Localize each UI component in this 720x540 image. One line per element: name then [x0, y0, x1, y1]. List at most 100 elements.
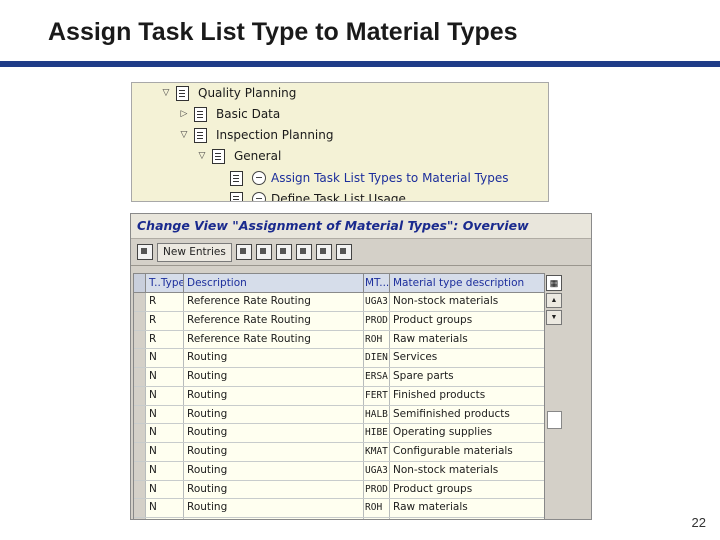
- cell-task-list-type[interactable]: R: [146, 293, 184, 311]
- expand-arrow-icon[interactable]: ▽: [196, 151, 208, 161]
- row-select-cell[interactable]: [134, 386, 146, 405]
- cell-material-type-description[interactable]: Raw materials: [390, 331, 562, 349]
- copy-icon[interactable]: [235, 244, 252, 260]
- cell-material-type[interactable]: PROD: [364, 311, 390, 330]
- cell-description[interactable]: Routing: [184, 443, 364, 461]
- row-select-cell[interactable]: [134, 499, 146, 517]
- row-select-cell[interactable]: [134, 443, 146, 461]
- cell-material-type-description[interactable]: Non-stock materials: [390, 293, 562, 311]
- column-header-material-type[interactable]: MT...: [364, 274, 390, 292]
- tree-item-general[interactable]: ▽ General: [196, 146, 281, 166]
- cell-material-type-description[interactable]: Raw materials: [390, 499, 562, 517]
- cell-description[interactable]: Routing: [184, 424, 364, 442]
- cell-description[interactable]: Routing: [184, 368, 364, 386]
- cell-task-list-type[interactable]: R: [146, 311, 184, 330]
- cell-material-type[interactable]: UGA3: [364, 461, 390, 480]
- cell-material-type[interactable]: DIEN: [364, 349, 390, 367]
- new-entries-button[interactable]: New Entries: [157, 242, 232, 262]
- table-row[interactable]: N Routing ERSA Spare parts: [134, 368, 562, 387]
- cell-material-type-description[interactable]: Non-stock materials: [390, 462, 562, 480]
- expand-arrow-icon[interactable]: ▽: [178, 130, 190, 140]
- table-row[interactable]: N Routing KMAT Configurable materials: [134, 443, 562, 462]
- row-select-cell[interactable]: [134, 330, 146, 349]
- cell-material-type[interactable]: UGA3: [364, 293, 390, 311]
- cell-description[interactable]: Routing: [184, 480, 364, 499]
- column-settings-icon[interactable]: ▦: [546, 275, 562, 291]
- scroll-thumb[interactable]: [547, 411, 562, 429]
- cell-task-list-type[interactable]: N: [146, 499, 184, 517]
- cell-task-list-type[interactable]: N: [146, 424, 184, 442]
- undo-icon[interactable]: [275, 244, 292, 260]
- cell-material-type[interactable]: ERSA: [364, 368, 390, 386]
- expand-arrow-icon[interactable]: ▽: [160, 88, 172, 98]
- cell-task-list-type[interactable]: N: [146, 480, 184, 499]
- tree-item-assign-task-list-types[interactable]: Assign Task List Types to Material Types: [230, 168, 508, 188]
- cell-material-type[interactable]: ROH: [364, 330, 390, 349]
- cell-material-type[interactable]: FERT: [364, 518, 390, 519]
- cell-material-type-description[interactable]: Spare parts: [390, 368, 562, 386]
- cell-material-type[interactable]: FERT: [364, 386, 390, 405]
- row-select-cell[interactable]: [134, 405, 146, 424]
- cell-task-list-type[interactable]: Q: [146, 518, 184, 519]
- table-row[interactable]: N Routing ROH Raw materials: [134, 499, 562, 518]
- vertical-scrollbar[interactable]: ▦ ▲ ▼: [544, 273, 563, 519]
- cell-description[interactable]: Routing: [184, 461, 364, 480]
- table-row[interactable]: N Routing UGA3 Non-stock materials: [134, 461, 562, 481]
- table-row[interactable]: N Routing PROD Product groups: [134, 480, 562, 500]
- cell-material-type-description[interactable]: Operating supplies: [390, 424, 562, 442]
- cell-description[interactable]: Reference Rate Routing: [184, 293, 364, 311]
- cell-description[interactable]: Reference Rate Routing: [184, 311, 364, 330]
- select-all-icon[interactable]: [295, 244, 312, 260]
- execute-clock-icon[interactable]: [252, 192, 266, 201]
- row-select-cell[interactable]: [134, 293, 146, 311]
- execute-clock-icon[interactable]: [252, 171, 266, 185]
- cell-description[interactable]: Routing: [184, 386, 364, 405]
- cell-material-type[interactable]: HIBE: [364, 424, 390, 442]
- scroll-up-icon[interactable]: ▲: [546, 293, 562, 308]
- row-select-cell[interactable]: [134, 461, 146, 480]
- cell-material-type[interactable]: ROH: [364, 499, 390, 517]
- table-row[interactable]: N Routing HALB Semifinished products: [134, 405, 562, 425]
- cell-material-type-description[interactable]: Product groups: [390, 312, 562, 330]
- cell-material-type[interactable]: PROD: [364, 480, 390, 499]
- table-row[interactable]: R Reference Rate Routing ROH Raw materials: [134, 330, 562, 350]
- cell-task-list-type[interactable]: R: [146, 330, 184, 349]
- cell-material-type-description[interactable]: Semifinished products: [390, 406, 562, 424]
- cell-description[interactable]: Routing: [184, 349, 364, 367]
- cell-task-list-type[interactable]: N: [146, 349, 184, 367]
- column-header-description[interactable]: Description: [184, 274, 364, 292]
- cell-task-list-type[interactable]: N: [146, 386, 184, 405]
- cell-material-type-description[interactable]: Configurable materials: [390, 443, 562, 461]
- column-header-material-type-description[interactable]: Material type description: [390, 274, 562, 292]
- select-block-icon[interactable]: [335, 244, 352, 260]
- cell-description[interactable]: Routing: [184, 405, 364, 424]
- tree-item-quality-planning[interactable]: ▽ Quality Planning: [160, 83, 296, 103]
- cell-description[interactable]: Routing: [184, 499, 364, 517]
- deselect-icon[interactable]: [315, 244, 332, 260]
- delete-icon[interactable]: [255, 244, 272, 260]
- row-select-cell[interactable]: [134, 368, 146, 386]
- cell-material-type[interactable]: HALB: [364, 405, 390, 424]
- row-select-cell[interactable]: [134, 311, 146, 330]
- row-select-cell[interactable]: [134, 424, 146, 442]
- row-select-cell[interactable]: [134, 349, 146, 367]
- select-all-cell[interactable]: [134, 274, 146, 292]
- row-select-cell[interactable]: [134, 518, 146, 519]
- column-header-type[interactable]: T..Type: [146, 274, 184, 292]
- cell-material-type-description[interactable]: Finished products: [390, 387, 562, 405]
- cell-material-type-description[interactable]: Finished products: [390, 518, 562, 519]
- cell-description[interactable]: Reference Rate Routing: [184, 330, 364, 349]
- cell-material-type[interactable]: KMAT: [364, 443, 390, 461]
- table-row[interactable]: N Routing FERT Finished products: [134, 386, 562, 406]
- tree-item-define-task-list-usage[interactable]: Define Task List Usage: [230, 189, 406, 201]
- cell-task-list-type[interactable]: N: [146, 368, 184, 386]
- change-display-icon[interactable]: [137, 244, 153, 260]
- table-row[interactable]: R Reference Rate Routing UGA3 Non-stock mat…: [134, 293, 562, 312]
- cell-description[interactable]: Inspection Plan: [184, 518, 364, 519]
- cell-task-list-type[interactable]: N: [146, 405, 184, 424]
- cell-material-type-description[interactable]: Product groups: [390, 481, 562, 499]
- collapse-arrow-icon[interactable]: ▷: [178, 109, 190, 119]
- row-select-cell[interactable]: [134, 480, 146, 499]
- cell-material-type-description[interactable]: Services: [390, 349, 562, 367]
- table-row[interactable]: R Reference Rate Routing PROD Product group…: [134, 311, 562, 331]
